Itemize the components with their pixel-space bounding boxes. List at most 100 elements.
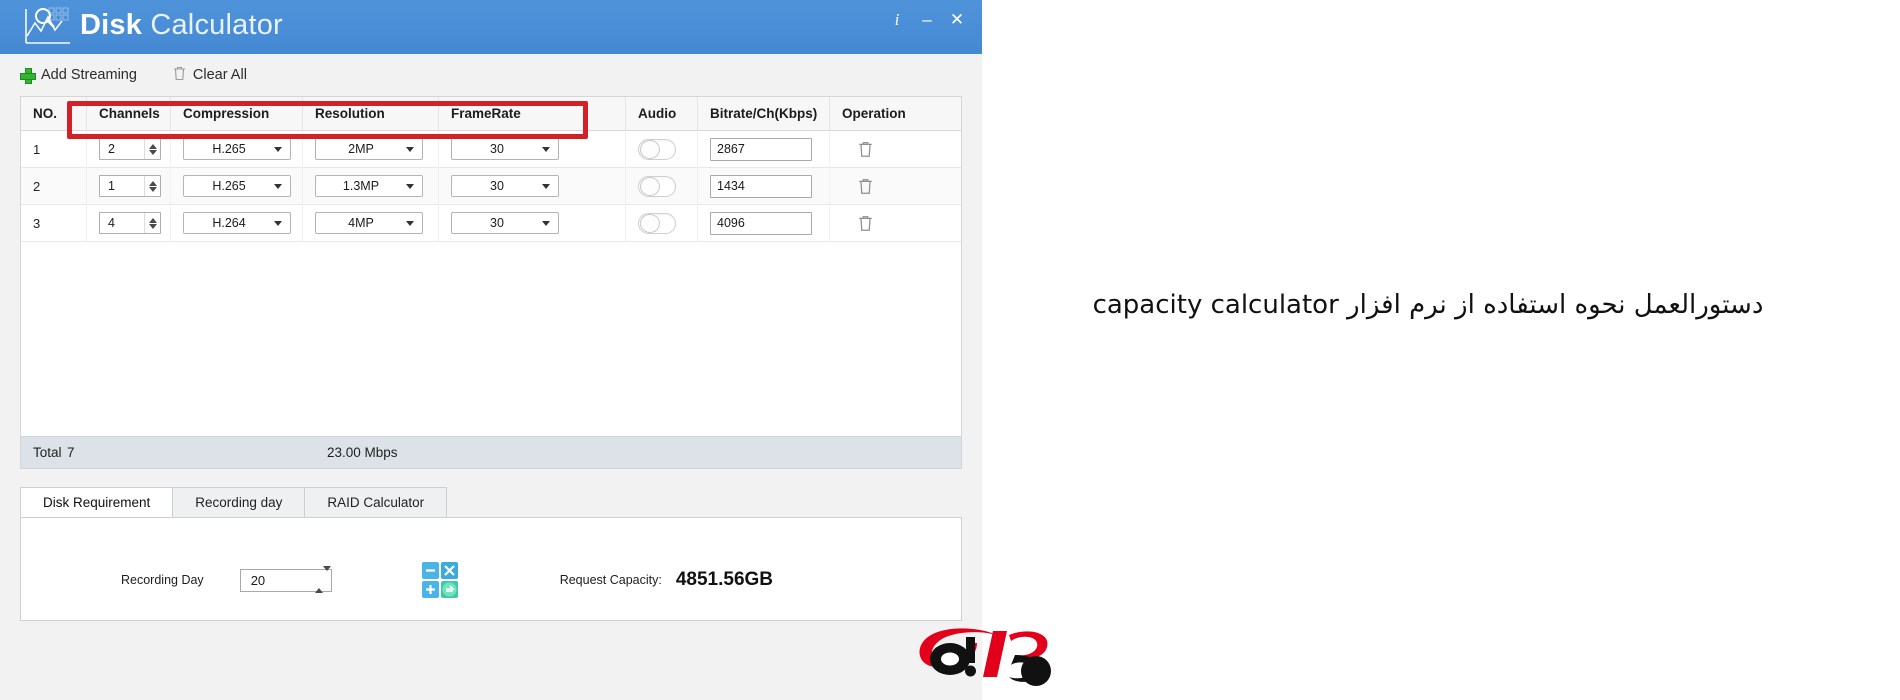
row-number: 3 [21, 204, 87, 242]
add-streaming-button[interactable]: Add Streaming [20, 67, 137, 84]
framerate-cell: 30 [439, 167, 626, 205]
column-header-bitrate: Bitrate/Ch(Kbps) [698, 96, 830, 131]
bitrate-cell: 2867 [698, 130, 830, 168]
total-bar: Total 7 23.00 Mbps [20, 436, 962, 469]
info-button[interactable]: i [882, 3, 912, 37]
recording-day-value: 20 [250, 572, 266, 588]
stepper-arrows-icon[interactable] [144, 213, 160, 233]
audio-toggle[interactable] [638, 175, 676, 197]
stepper-arrows-icon[interactable] [314, 566, 331, 593]
calculator-icon [420, 560, 462, 600]
tab-disk-requirement[interactable]: Disk Requirement [20, 487, 174, 517]
screenshot-root: Disk Calculator i – ✕ Add Streaming Clea… [0, 0, 1900, 700]
clear-all-button[interactable]: Clear All [173, 66, 247, 84]
channels-value: 2 [108, 142, 115, 156]
channels-stepper[interactable]: 1 [99, 175, 161, 197]
framerate-select[interactable]: 30 [451, 212, 559, 234]
resolution-select[interactable]: 4MP [315, 212, 423, 234]
bitrate-input[interactable]: 2867 [710, 137, 812, 161]
resolution-value: 1.3MP [342, 179, 380, 193]
clear-all-label: Clear All [192, 67, 247, 83]
framerate-select[interactable]: 30 [451, 138, 559, 160]
chevron-down-icon [542, 183, 550, 189]
chevron-down-icon [274, 220, 282, 226]
compression-value: H.265 [212, 142, 246, 156]
row-number: 1 [21, 130, 87, 168]
audio-toggle[interactable] [638, 138, 676, 160]
plus-icon [20, 68, 36, 84]
chevron-down-icon [542, 220, 550, 226]
resolution-select[interactable]: 2MP [315, 138, 423, 160]
column-header-resolution: Resolution [303, 96, 439, 131]
compression-cell: H.265 [171, 130, 303, 168]
compression-select[interactable]: H.265 [183, 175, 291, 197]
calculator-tabs: Disk Requirement Recording day RAID Calc… [20, 487, 962, 621]
total-bitrate: 23.00 Mbps [327, 445, 398, 460]
tab-strip: Disk Requirement Recording day RAID Calc… [20, 487, 962, 517]
table-header-row: NO. Channels Compression Resolution Fram… [21, 96, 961, 131]
tab-panel-disk-requirement: Recording Day 20 Request Capacity: 4851.… [20, 517, 962, 621]
recording-day-label: Recording Day [121, 573, 204, 587]
bitrate-cell: 1434 [698, 167, 830, 205]
chevron-down-icon [274, 183, 282, 189]
channels-cell: 2 [87, 130, 171, 168]
close-button[interactable]: ✕ [942, 3, 972, 37]
channels-value: 1 [108, 179, 115, 193]
audio-cell [626, 130, 698, 168]
channels-stepper[interactable]: 2 [99, 138, 161, 160]
framerate-cell: 30 [439, 204, 626, 242]
tab-recording-day[interactable]: Recording day [172, 487, 306, 517]
delete-row-button[interactable] [854, 138, 876, 160]
resolution-cell: 2MP [303, 130, 439, 168]
stepper-arrows-icon[interactable] [144, 176, 160, 196]
delete-row-button[interactable] [854, 175, 876, 197]
minimize-button[interactable]: – [912, 3, 942, 37]
app-title-light: Calculator [150, 9, 283, 41]
delete-row-button[interactable] [854, 212, 876, 234]
bitrate-cell: 4096 [698, 204, 830, 242]
framerate-select[interactable]: 30 [451, 175, 559, 197]
recording-day-stepper[interactable]: 20 [239, 566, 332, 593]
audio-cell [626, 204, 698, 242]
chart-magnifier-icon [22, 3, 72, 47]
stepper-arrows-icon[interactable] [144, 139, 160, 159]
app-title-bold: Disk [80, 9, 143, 41]
streaming-table: NO. Channels Compression Resolution Fram… [20, 96, 962, 436]
resolution-value: 2MP [348, 142, 374, 156]
compression-select[interactable]: H.265 [183, 138, 291, 160]
table-row: 3 4 H.264 4MP 30 4096 [21, 204, 961, 242]
total-label: Total [33, 445, 62, 460]
channels-cell: 1 [87, 167, 171, 205]
framerate-value: 30 [490, 179, 504, 193]
request-capacity-label: Request Capacity: [559, 573, 662, 587]
framerate-value: 30 [490, 142, 504, 156]
request-capacity-value: 4851.56GB [675, 569, 774, 590]
resolution-cell: 4MP [303, 204, 439, 242]
trash-icon [173, 66, 186, 84]
persian-caption: دستورالعمل نحوه استفاده از نرم افزار cap… [1092, 290, 1764, 320]
resolution-cell: 1.3MP [303, 167, 439, 205]
tab-raid-calculator[interactable]: RAID Calculator [304, 487, 448, 517]
window-controls: i – ✕ [882, 0, 972, 40]
trash-icon [858, 141, 872, 157]
table-row: 1 2 H.265 2MP 30 2867 [21, 130, 961, 168]
chevron-down-icon [542, 146, 550, 152]
channels-cell: 4 [87, 204, 171, 242]
compression-select[interactable]: H.264 [183, 212, 291, 234]
audio-toggle[interactable] [638, 212, 676, 234]
channels-stepper[interactable]: 4 [99, 212, 161, 234]
column-header-compression: Compression [171, 96, 303, 131]
column-header-audio: Audio [626, 96, 698, 131]
table-row: 2 1 H.265 1.3MP 30 1434 [21, 167, 961, 205]
compression-cell: H.265 [171, 167, 303, 205]
app-title: Disk Calculator [80, 3, 283, 47]
resolution-select[interactable]: 1.3MP [315, 175, 423, 197]
toggle-knob [640, 213, 660, 233]
bitrate-input[interactable]: 1434 [710, 174, 812, 198]
column-header-operation: Operation [842, 105, 906, 121]
bitrate-input[interactable]: 4096 [710, 211, 812, 235]
audio-cell [626, 167, 698, 205]
aip-logo [905, 615, 1105, 693]
app-logo: Disk Calculator [22, 3, 283, 47]
column-header-channels: Channels [87, 96, 171, 131]
